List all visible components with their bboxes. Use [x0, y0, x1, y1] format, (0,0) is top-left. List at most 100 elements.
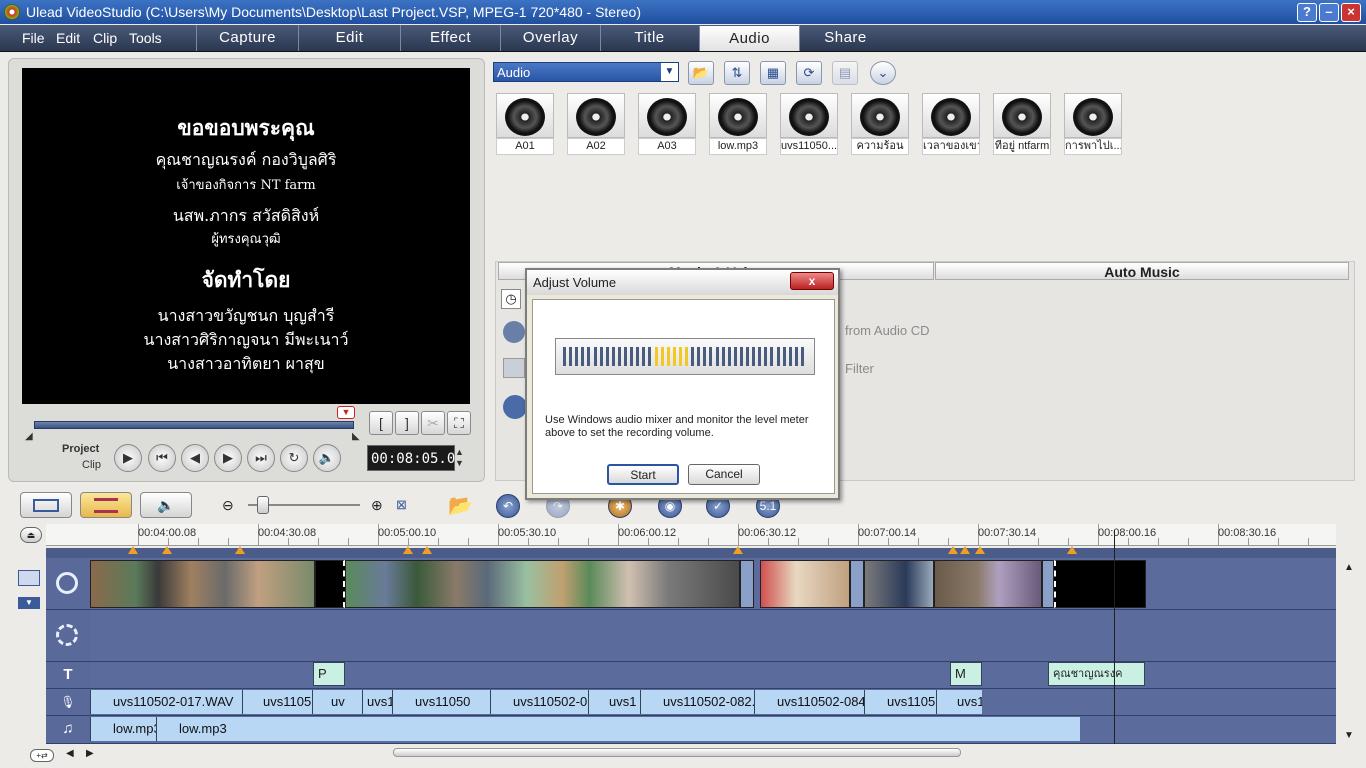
chevron-down-icon[interactable]: ▼ [661, 63, 678, 81]
dialog-close-button[interactable]: x [790, 272, 834, 290]
voice-clip[interactable]: uvs110502-082. [640, 690, 754, 714]
play-icon[interactable]: ▶ [114, 444, 142, 472]
voice-clip[interactable]: uvs1105 [242, 690, 312, 714]
transition-clip[interactable] [740, 560, 754, 608]
menu-edit[interactable]: Edit [56, 25, 80, 51]
title-clip[interactable]: P [313, 662, 345, 686]
library-item[interactable]: A02 [567, 93, 627, 157]
video-clip[interactable] [345, 560, 740, 608]
home-icon[interactable]: ⏮ [148, 444, 176, 472]
library-item[interactable]: ความร้อน [851, 93, 911, 157]
folder-open-icon[interactable]: 📂 [688, 61, 714, 85]
playhead[interactable] [1114, 530, 1115, 744]
chapter-marker[interactable] [422, 546, 432, 554]
import-cd-label[interactable]: from Audio CD [845, 323, 930, 338]
chapter-marker[interactable] [1067, 546, 1077, 554]
video-clip[interactable] [1054, 560, 1146, 608]
storyboard-view-button[interactable] [20, 492, 72, 518]
chapter-marker[interactable] [235, 546, 245, 554]
zoom-slider-handle[interactable] [257, 496, 269, 514]
project-mode-label[interactable]: Project [62, 443, 99, 455]
library-manager-icon[interactable]: ▦ [760, 61, 786, 85]
minimize-button[interactable]: – [1319, 3, 1339, 22]
tab-title[interactable]: Title [600, 25, 698, 51]
timecode-stepper[interactable]: ▲ ▼ [455, 447, 464, 469]
library-item[interactable]: A01 [496, 93, 556, 157]
video-clip[interactable] [760, 560, 850, 608]
video-clip[interactable] [934, 560, 1042, 608]
library-category-select[interactable]: Audio [493, 62, 679, 82]
mark-out-button[interactable]: ] [395, 411, 419, 435]
zoom-out-icon[interactable]: ⊖ [222, 497, 234, 514]
expand-library-icon[interactable]: ⌄ [870, 61, 896, 85]
scrub-bar[interactable] [34, 421, 354, 429]
menu-file[interactable]: File [22, 25, 45, 51]
title-clip[interactable]: M [950, 662, 982, 686]
music-clip[interactable]: low.mp3 [156, 717, 1080, 741]
repeat-icon[interactable]: ↻ [280, 444, 308, 472]
overlay-track[interactable] [90, 610, 1336, 662]
refresh-icon[interactable]: ⟳ [796, 61, 822, 85]
audio-filter-label[interactable]: Filter [845, 361, 874, 376]
library-view-icon[interactable]: ▤ [832, 61, 858, 85]
music-clip[interactable]: low.mp3 [90, 717, 156, 741]
transition-clip[interactable] [1042, 560, 1054, 608]
tab-edit[interactable]: Edit [298, 25, 400, 51]
scroll-up-icon[interactable]: ▲ [1344, 562, 1354, 573]
video-clip[interactable] [315, 560, 345, 608]
previous-frame-icon[interactable]: ◀ [181, 444, 209, 472]
mark-in-button[interactable]: [ [369, 411, 393, 435]
track-manager-icon[interactable] [18, 570, 40, 586]
tab-capture[interactable]: Capture [196, 25, 298, 51]
fit-project-icon[interactable]: ⊠ [396, 497, 407, 513]
tab-audio[interactable]: Audio [699, 26, 799, 51]
tab-effect[interactable]: Effect [400, 25, 500, 51]
next-frame-icon[interactable]: ▶ [214, 444, 242, 472]
trim-end-icon[interactable]: ◣ [352, 431, 360, 442]
video-clip[interactable] [864, 560, 934, 608]
horizontal-scroll-thumb[interactable] [393, 748, 961, 757]
chapter-marker[interactable] [948, 546, 958, 554]
enlarge-icon[interactable]: ⛶ [447, 411, 471, 435]
collapse-tracks-icon[interactable]: ⏏ [20, 527, 42, 543]
scroll-left-icon[interactable]: ◀ [66, 748, 74, 759]
chevron-down-icon[interactable]: ▼ [18, 597, 40, 609]
menu-tools[interactable]: Tools [129, 25, 162, 51]
menu-clip[interactable]: Clip [93, 25, 117, 51]
audio-view-button[interactable]: 🔈 [140, 492, 192, 518]
voice-clip[interactable]: uvs1 [936, 690, 982, 714]
close-window-button[interactable]: × [1341, 3, 1361, 22]
zoom-in-icon[interactable]: ⊕ [371, 497, 383, 514]
voice-clip[interactable]: uvs1 [362, 690, 392, 714]
timeline-view-button[interactable] [80, 492, 132, 518]
microphone-icon[interactable] [503, 321, 525, 343]
end-icon[interactable]: ⏭ [247, 444, 275, 472]
volume-icon[interactable]: 🔈 [313, 444, 341, 472]
trim-start-icon[interactable]: ◢ [25, 431, 33, 442]
tab-auto-music[interactable]: Auto Music [935, 262, 1349, 280]
transition-clip[interactable] [850, 560, 864, 608]
scroll-down-icon[interactable]: ▼ [1344, 730, 1354, 741]
voice-clip[interactable]: uv [312, 690, 362, 714]
audio-filter-icon[interactable] [503, 395, 527, 419]
library-item[interactable]: การพาไปเ... [1064, 93, 1124, 157]
voice-clip[interactable]: uvs11050 [392, 690, 490, 714]
undo-icon[interactable]: ↶ [496, 494, 520, 518]
project-fit-icon[interactable]: +⇄ [30, 749, 54, 762]
clip-mode-label[interactable]: Clip [82, 459, 101, 471]
cd-import-icon[interactable] [503, 358, 525, 378]
timecode-display[interactable]: 00:08:05.0 [367, 445, 455, 471]
video-clip[interactable] [90, 560, 315, 608]
title-track[interactable] [90, 662, 1336, 689]
library-item[interactable]: เวลาของเขา [922, 93, 982, 157]
sort-icon[interactable]: ⇅ [724, 61, 750, 85]
scroll-right-icon[interactable]: ▶ [86, 748, 94, 759]
chapter-marker[interactable] [128, 546, 138, 554]
voice-clip[interactable]: uvs1105 [864, 690, 936, 714]
voice-clip[interactable]: uvs110502-0 [490, 690, 588, 714]
timeline-vertical-scrollbar[interactable] [1340, 548, 1358, 744]
clock-icon[interactable]: ◷ [501, 289, 521, 309]
library-item[interactable]: A03 [638, 93, 698, 157]
insert-media-icon[interactable]: 📂 [448, 493, 474, 519]
chapter-marker[interactable] [733, 546, 743, 554]
